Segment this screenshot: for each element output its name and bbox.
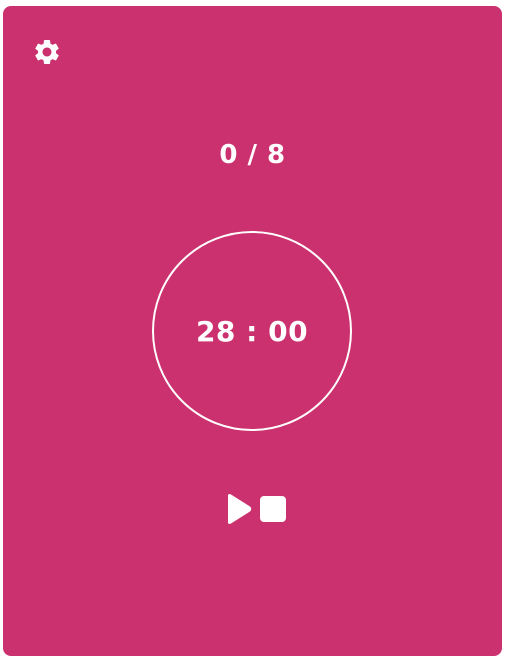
stop-button[interactable] [259,495,287,523]
settings-button[interactable] [30,35,64,69]
session-counter: 0 / 8 [219,140,286,170]
play-icon [228,494,252,524]
timer-controls [223,492,287,526]
timer-circle: 28 : 00 [152,231,352,431]
play-button[interactable] [223,492,253,526]
stop-icon [260,496,286,522]
pomodoro-card: 0 / 8 28 : 00 [3,6,502,656]
timer-display: 28 : 00 [195,314,309,348]
gear-icon [35,39,59,64]
